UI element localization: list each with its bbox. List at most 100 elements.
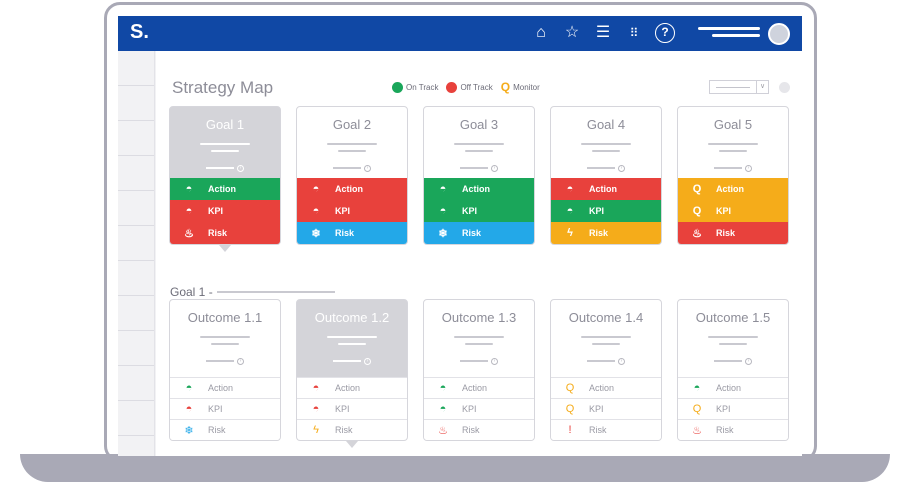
outcome-card[interactable]: Outcome 1.2 › ◓ Action ◓ KPI ϟ Risk: [296, 299, 408, 441]
sidebar-item[interactable]: [118, 366, 154, 401]
status-label: KPI: [208, 404, 223, 414]
sidebar-item[interactable]: [118, 121, 154, 156]
info-icon[interactable]: ›: [745, 357, 752, 365]
info-icon[interactable]: ›: [364, 164, 371, 172]
gauge-icon: ◓: [439, 205, 447, 217]
card-description: [678, 336, 788, 345]
app-logo[interactable]: S.: [130, 21, 149, 44]
status-row-action[interactable]: Q Action: [551, 377, 661, 398]
legend-off-track: Off Track: [446, 82, 493, 93]
status-row-action[interactable]: ◓ Action: [297, 377, 407, 398]
status-label: Risk: [462, 425, 480, 435]
outcome-card[interactable]: Outcome 1.5 › ◓ Action Q KPI ♨ Risk: [677, 299, 789, 441]
info-icon[interactable]: ›: [745, 164, 752, 172]
card-description: [551, 336, 661, 345]
info-icon[interactable]: ›: [237, 357, 244, 365]
gauge-icon: ◓: [185, 403, 193, 415]
status-row-action[interactable]: ◓ Action: [424, 377, 534, 398]
gauge-icon: ◓: [312, 183, 320, 195]
sidebar-item[interactable]: [118, 191, 154, 226]
status-row-kpi[interactable]: ◓ KPI: [424, 398, 534, 419]
app-screen: S. ⌂ ☆ ☰ ⠿ ? Strategy Map On Track Off T…: [118, 16, 802, 456]
magnifier-icon: Q: [692, 205, 702, 217]
home-icon[interactable]: ⌂: [531, 23, 551, 43]
status-label: Risk: [716, 228, 736, 238]
sidebar-item[interactable]: [118, 331, 154, 366]
status-row-kpi[interactable]: ◓ KPI: [424, 200, 534, 222]
card-title: Outcome 1.4: [568, 310, 644, 325]
status-row-risk[interactable]: ❄ Risk: [424, 222, 534, 244]
status-row-action[interactable]: ◓ Action: [297, 178, 407, 200]
main-content: Strategy Map On Track Off Track Q Monito…: [156, 51, 802, 456]
goal-card[interactable]: Goal 4 › ◓ Action ◓ KPI ϟ Risk: [550, 106, 662, 245]
menu-icon[interactable]: ☰: [593, 23, 613, 43]
info-icon[interactable]: ›: [491, 164, 498, 172]
status-row-risk[interactable]: ♨ Risk: [678, 222, 788, 244]
info-icon[interactable]: ›: [491, 357, 498, 365]
sidebar-item[interactable]: [118, 86, 154, 121]
status-label: KPI: [208, 206, 224, 216]
status-row-kpi[interactable]: ◓ KPI: [551, 200, 661, 222]
view-select[interactable]: ∨: [709, 80, 769, 94]
status-row-action[interactable]: ◓ Action: [170, 377, 280, 398]
gauge-icon: ◓: [185, 183, 193, 195]
magnifier-icon: Q: [565, 403, 575, 415]
magnifier-icon: Q: [565, 382, 575, 394]
info-icon[interactable]: ›: [618, 357, 625, 365]
chevron-down-icon: ∨: [756, 81, 768, 93]
status-row-kpi[interactable]: ◓ KPI: [297, 398, 407, 419]
card-description: [297, 143, 407, 152]
status-row-risk[interactable]: ♨ Risk: [424, 419, 534, 440]
status-row-risk[interactable]: ϟ Risk: [297, 419, 407, 440]
apps-grid-icon[interactable]: ⠿: [624, 23, 644, 43]
legend-on-track: On Track: [392, 82, 438, 93]
status-row-risk[interactable]: ♨ Risk: [170, 222, 280, 244]
card-progress: ›: [170, 158, 280, 178]
status-row-action[interactable]: ◓ Action: [678, 377, 788, 398]
sidebar-item[interactable]: [118, 296, 154, 331]
status-row-risk[interactable]: ❄ Risk: [297, 222, 407, 244]
info-icon[interactable]: ›: [618, 164, 625, 172]
status-row-risk[interactable]: ♨ Risk: [678, 419, 788, 440]
status-row-action[interactable]: Q Action: [678, 178, 788, 200]
sidebar-item[interactable]: [118, 261, 154, 296]
status-row-kpi[interactable]: Q KPI: [678, 200, 788, 222]
outcome-card[interactable]: Outcome 1.3 › ◓ Action ◓ KPI ♨ Risk: [423, 299, 535, 441]
sidebar-item[interactable]: [118, 401, 154, 436]
goal-card[interactable]: Goal 3 › ◓ Action ◓ KPI ❄ Risk: [423, 106, 535, 245]
status-row-risk[interactable]: ! Risk: [551, 419, 661, 440]
status-row-action[interactable]: ◓ Action: [170, 178, 280, 200]
goal-card[interactable]: Goal 5 › Q Action Q KPI ♨ Risk: [677, 106, 789, 245]
outcome-card[interactable]: Outcome 1.4 › Q Action Q KPI! Risk: [550, 299, 662, 441]
info-icon[interactable]: ›: [364, 357, 371, 365]
status-label: KPI: [335, 404, 350, 414]
goal-card[interactable]: Goal 2 › ◓ Action ◓ KPI ❄ Risk: [296, 106, 408, 245]
status-row-action[interactable]: ◓ Action: [551, 178, 661, 200]
star-icon[interactable]: ☆: [562, 23, 582, 43]
avatar[interactable]: [768, 23, 790, 45]
options-button[interactable]: [779, 82, 790, 93]
status-row-kpi[interactable]: ◓ KPI: [170, 398, 280, 419]
help-icon[interactable]: ?: [655, 23, 675, 43]
sidebar-item[interactable]: [118, 51, 154, 86]
status-row-risk[interactable]: ❄ Risk: [170, 419, 280, 440]
status-row-kpi[interactable]: ◓ KPI: [170, 200, 280, 222]
status-label: KPI: [716, 404, 731, 414]
status-row-kpi[interactable]: Q KPI: [678, 398, 788, 419]
user-name[interactable]: [698, 27, 760, 41]
status-label: Risk: [589, 425, 607, 435]
status-row-kpi[interactable]: ◓ KPI: [297, 200, 407, 222]
top-bar: S. ⌂ ☆ ☰ ⠿ ?: [118, 16, 802, 51]
goal-card[interactable]: Goal 1 › ◓ Action ◓ KPI ♨ Risk: [169, 106, 281, 245]
monitor-icon: Q: [500, 80, 511, 94]
sidebar-item[interactable]: [118, 226, 154, 261]
status-row-kpi[interactable]: Q KPI: [551, 398, 661, 419]
info-icon[interactable]: ›: [237, 164, 244, 172]
status-label: Action: [462, 184, 490, 194]
status-label: Action: [208, 184, 236, 194]
status-legend: On Track Off Track Q Monitor: [392, 80, 540, 94]
status-row-action[interactable]: ◓ Action: [424, 178, 534, 200]
outcome-card[interactable]: Outcome 1.1 › ◓ Action ◓ KPI ❄ Risk: [169, 299, 281, 441]
sidebar-item[interactable]: [118, 156, 154, 191]
status-row-risk[interactable]: ϟ Risk: [551, 222, 661, 244]
